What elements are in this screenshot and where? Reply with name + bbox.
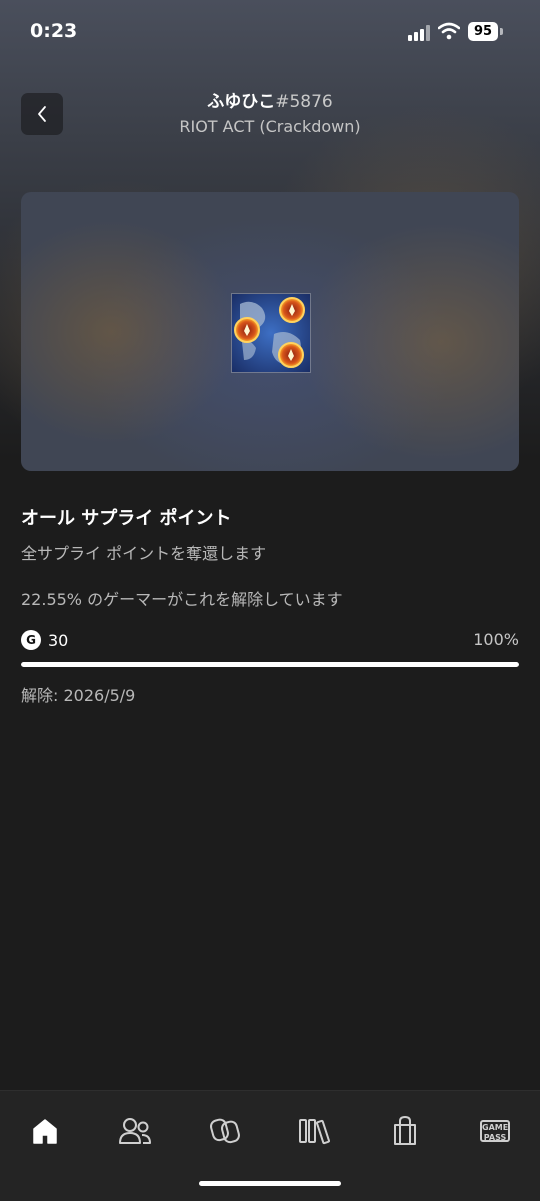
gamertag: ふゆひこ	[207, 92, 276, 112]
game-pass-line1: GAME	[482, 1123, 509, 1132]
home-icon	[33, 1119, 57, 1144]
wifi-icon	[438, 22, 460, 40]
nav-home[interactable]	[25, 1111, 65, 1151]
status-bar: 0:23 95	[0, 0, 540, 64]
friends-icon	[119, 1118, 151, 1144]
progress-bar	[21, 662, 519, 667]
achievement-title: オール サプライ ポイント	[21, 508, 232, 529]
status-time: 0:23	[30, 20, 78, 42]
game-pass-icon: GAME PASS	[480, 1120, 510, 1142]
library-icon	[299, 1119, 330, 1145]
progress-percent: 100%	[473, 630, 519, 649]
game-title: RIOT ACT (Crackdown)	[179, 117, 361, 136]
achievement-rarity: 22.55% のゲーマーがこれを解除しています	[21, 590, 343, 609]
nav-game-pass[interactable]: GAME PASS	[475, 1111, 515, 1151]
copilot-icon	[209, 1118, 240, 1144]
gamerscore-icon: G	[21, 630, 41, 650]
home-indicator	[199, 1181, 341, 1186]
gamerscore-value: 30	[48, 630, 69, 650]
gamerscore-row: G 30	[21, 629, 68, 651]
nav-library[interactable]	[295, 1111, 335, 1151]
nav-store[interactable]	[385, 1111, 425, 1151]
battery-indicator: 95	[468, 22, 498, 41]
nav-copilot[interactable]	[205, 1111, 245, 1151]
progress-fill	[21, 662, 519, 667]
battery-tip	[500, 28, 503, 35]
cellular-signal-icon	[408, 25, 432, 41]
achievement-hero	[21, 192, 519, 471]
game-pass-line2: PASS	[483, 1133, 507, 1142]
gamertag-suffix: #5876	[275, 92, 333, 112]
achievement-icon	[231, 293, 311, 373]
achievement-description: 全サプライ ポイントを奪還します	[21, 544, 267, 563]
store-icon	[394, 1115, 416, 1145]
gamertag-line: ふゆひこ#5876	[0, 90, 540, 114]
nav-friends[interactable]	[115, 1111, 155, 1151]
unlock-date: 解除: 2026/5/9	[21, 686, 136, 705]
page-header: ふゆひこ#5876 RIOT ACT (Crackdown)	[0, 90, 540, 136]
